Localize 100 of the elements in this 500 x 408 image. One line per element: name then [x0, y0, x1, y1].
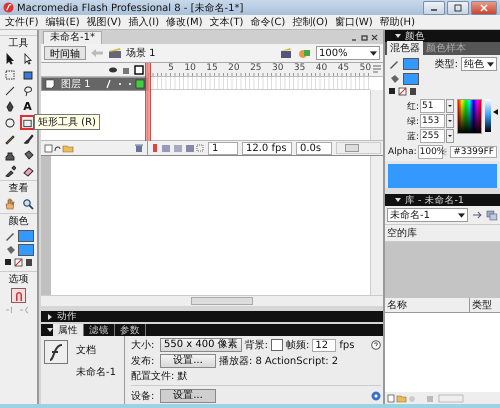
timeline-horizontal-scrollbar[interactable] — [336, 142, 381, 154]
close-icon — [479, 4, 489, 12]
hex-color-field[interactable]: #3399FF — [450, 146, 497, 158]
snap-button[interactable] — [11, 288, 26, 303]
library-document-dropdown[interactable]: 未命名-1 — [387, 208, 468, 222]
color-options-icon — [388, 87, 418, 97]
frame-number: 20 — [227, 63, 240, 75]
profile-label: 配置文件: 默 — [131, 370, 188, 383]
color-panel-header[interactable]: 颜色 — [385, 30, 500, 42]
close-button[interactable] — [471, 0, 497, 14]
menu-item[interactable]: 插入(I) — [126, 15, 164, 29]
properties-tab[interactable]: 属性 — [53, 324, 84, 336]
alpha-label: Alpha: — [388, 147, 417, 157]
device-settings-button[interactable]: 设置... — [160, 389, 216, 403]
trash-icon[interactable] — [134, 143, 144, 153]
fill-color-swatch[interactable] — [403, 73, 419, 85]
channel-value-field[interactable]: 51 — [420, 99, 445, 113]
pencil-icon — [4, 132, 16, 144]
menu-item[interactable]: 修改(M) — [164, 15, 208, 29]
colors-heading: 颜色 — [0, 213, 37, 228]
stroke-color-swatch[interactable] — [403, 58, 419, 70]
actions-panel-title: 动作 — [57, 310, 77, 323]
background-color-swatch[interactable] — [271, 339, 284, 351]
menu-item[interactable]: 命令(C) — [248, 15, 290, 29]
publish-settings-button[interactable]: 设置... — [160, 354, 216, 368]
layer-buttons-icon[interactable] — [44, 143, 74, 153]
maximize-button[interactable] — [447, 0, 469, 14]
subselect-icon — [22, 52, 34, 64]
stroke-color-swatch[interactable] — [18, 230, 34, 242]
frame-number: 5 — [167, 63, 174, 75]
fill-type-dropdown[interactable]: 纯色 — [461, 57, 497, 71]
channel-label: 绿: — [406, 116, 419, 128]
channel-value-field[interactable]: 153 — [420, 114, 445, 128]
menu-item[interactable]: 视图(V) — [84, 15, 126, 29]
fill-transform-icon — [22, 68, 34, 80]
help-icon[interactable] — [371, 340, 381, 350]
document-tab[interactable]: 未命名-1* — [43, 31, 102, 44]
color-panel-tab[interactable]: 混色器 — [387, 41, 423, 55]
menu-item[interactable]: 帮助(H) — [378, 15, 420, 29]
pin-icon[interactable] — [471, 209, 484, 221]
library-panel-title: 库 - 未命名-1 — [405, 194, 464, 206]
edit-objects-icon[interactable] — [298, 47, 312, 59]
edit-symbols-icon[interactable] — [280, 47, 294, 59]
frame-number: 40 — [314, 63, 328, 75]
text-tool-button[interactable]: A — [20, 99, 35, 114]
info-icon[interactable] — [371, 391, 381, 401]
timeline-button[interactable]: 时间轴 — [44, 46, 86, 60]
frame-number: 45 — [336, 63, 350, 75]
eyedropper-icon — [4, 164, 16, 176]
dropdown-arrow-icon — [487, 62, 494, 66]
size-button[interactable]: 550 x 400 像素 — [160, 338, 242, 352]
menu-item[interactable]: 文本(T) — [208, 15, 248, 29]
scene-icon — [108, 47, 122, 59]
timeline-scrollbar[interactable] — [370, 90, 383, 140]
pencil-icon — [4, 230, 16, 242]
player-version-label: 播放器: 8 — [219, 354, 262, 368]
menu-item[interactable]: 窗口(W) — [332, 15, 378, 29]
frame-rate-label: 帧频: — [286, 338, 310, 352]
menu-item[interactable]: 文件(F) — [3, 15, 44, 29]
playhead[interactable] — [145, 63, 151, 141]
frame-rate-input[interactable]: 12 — [312, 338, 336, 352]
slider-thumb-icon[interactable] — [493, 109, 498, 116]
maximize-icon — [453, 4, 463, 12]
stage-horizontal-scrollbar[interactable] — [41, 295, 383, 306]
line-icon — [4, 84, 16, 96]
flash-document-icon — [44, 340, 68, 364]
alpha-value-field[interactable]: 100% — [418, 145, 443, 159]
frame-view-icon[interactable] — [372, 64, 382, 74]
actionscript-version-label: ActionScript: 2 — [264, 356, 338, 366]
zoom-tool-button[interactable] — [20, 196, 35, 211]
window-title: Macromedia Flash Professional 8 - [未命名-1*] — [17, 2, 244, 14]
color-options-icon — [4, 258, 34, 268]
menu-item[interactable]: 控制(O) — [290, 15, 333, 29]
fill-type-label: 类型: — [434, 58, 458, 71]
pencil-icon — [388, 58, 400, 70]
column-header[interactable]: 名称 — [385, 298, 470, 312]
library-panel-header[interactable]: 库 - 未命名-1 — [385, 194, 500, 206]
brush-icon — [22, 132, 34, 144]
actions-panel-header[interactable]: 动作 — [41, 311, 383, 322]
zoom-dropdown[interactable]: 100% — [316, 46, 380, 60]
onion-skin-icons[interactable] — [152, 143, 204, 153]
channel-value-field[interactable]: 255 — [420, 129, 445, 143]
expanded-arrow-icon — [47, 327, 53, 333]
stage-vertical-scrollbar[interactable] — [370, 156, 383, 295]
channel-label: 蓝: — [406, 130, 419, 142]
frame-number: 30 — [270, 63, 284, 75]
size-label: 大小: — [131, 338, 156, 352]
background-label: 背景: — [244, 338, 268, 352]
scene-label: 场景 1 — [126, 46, 156, 60]
new-library-panel-icon[interactable] — [486, 209, 498, 221]
color-spectrum[interactable] — [457, 99, 482, 134]
frame-number: 25 — [249, 63, 262, 75]
column-header[interactable]: 类型 — [470, 298, 492, 312]
menu-item[interactable]: 编辑(E) — [44, 15, 85, 29]
eraser-icon — [22, 164, 34, 176]
fill-color-swatch[interactable] — [18, 244, 34, 256]
dropdown-arrow-icon — [458, 212, 466, 218]
fps-label: fps — [339, 340, 354, 350]
free-transform-icon — [4, 68, 16, 80]
device-label: 设备: — [131, 390, 156, 403]
